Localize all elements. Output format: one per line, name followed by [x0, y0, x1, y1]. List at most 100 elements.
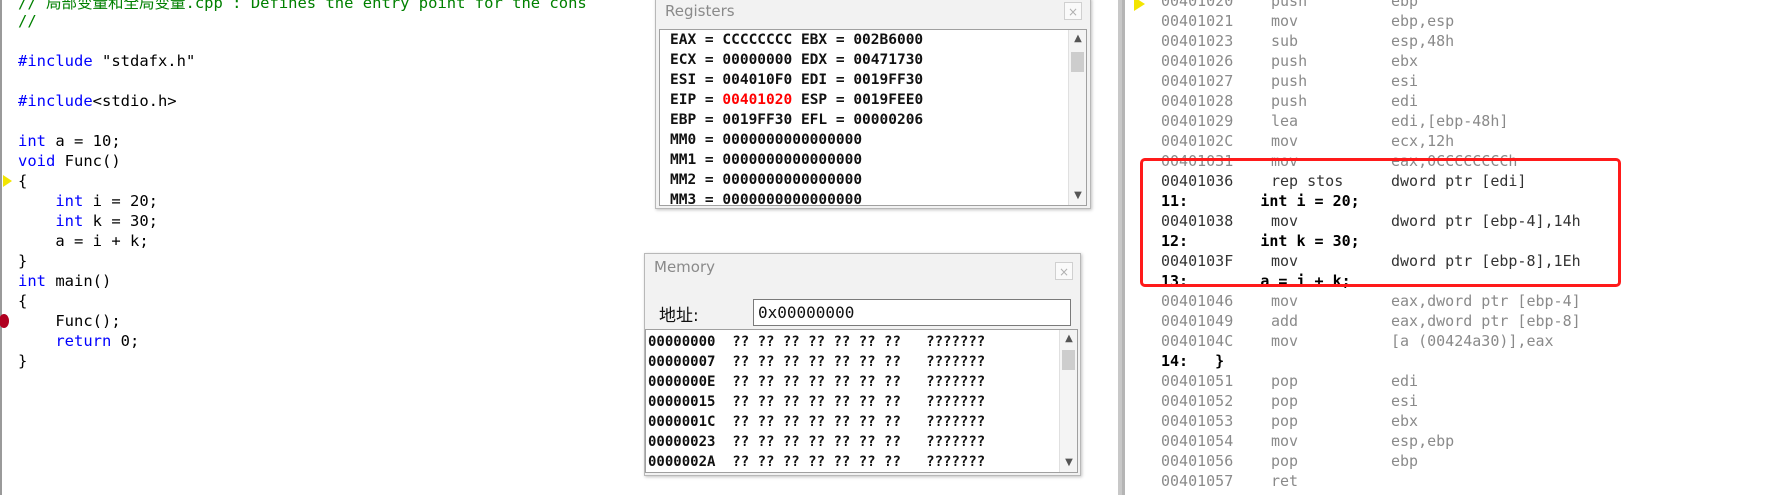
memory-row: 0000002A ?? ?? ?? ?? ?? ?? ?? ???????	[648, 454, 986, 470]
disasm-mnemonic: pop	[1271, 412, 1299, 430]
memory-close-button[interactable]: ×	[1055, 262, 1073, 280]
scroll-thumb[interactable]	[1062, 350, 1075, 370]
scroll-up-icon[interactable]: ▲	[1071, 32, 1085, 46]
source-line-global-a: int a = 10;	[18, 132, 121, 150]
disasm-mnemonic: rep stos	[1271, 172, 1344, 190]
breakpoint-icon[interactable]	[0, 314, 9, 328]
register-row: ESI = 004010F0 EDI = 0019FF30	[670, 72, 924, 88]
address-input[interactable]	[753, 299, 1071, 326]
memory-row: 00000000 ?? ?? ?? ?? ?? ?? ?? ???????	[648, 334, 986, 350]
register-row: MM0 = 0000000000000000	[670, 132, 863, 148]
current-instruction-arrow-icon	[2, 174, 12, 188]
disasm-operand: esp,48h	[1391, 32, 1455, 50]
scroll-up-icon[interactable]: ▲	[1062, 332, 1076, 346]
register-row: MM1 = 0000000000000000	[670, 152, 863, 168]
disasm-operand: edi	[1391, 92, 1419, 110]
disasm-address: 0040103F	[1161, 252, 1234, 270]
disasm-address: 00401046	[1161, 292, 1234, 310]
disasm-operand: eax,dword ptr [ebp-8]	[1391, 312, 1581, 330]
disasm-operand: esi	[1391, 392, 1419, 410]
source-line: Func();	[18, 312, 121, 330]
disasm-operand: dword ptr [ebp-4],14h	[1391, 212, 1581, 230]
disasm-address: 00401054	[1161, 432, 1234, 450]
disasm-mnemonic: ret	[1271, 472, 1299, 490]
registers-close-button[interactable]: ×	[1064, 2, 1082, 20]
disasm-address: 0040104C	[1161, 332, 1234, 350]
disasm-address: 00401038	[1161, 212, 1234, 230]
disasm-address: 00401051	[1161, 372, 1234, 390]
register-row-eip: EIP = 00401020 ESP = 0019FEE0	[670, 92, 924, 108]
disasm-address: 00401031	[1161, 152, 1234, 170]
register-row: ECX = 00000000 EDX = 00471730	[670, 52, 924, 68]
disasm-operand: ecx,12h	[1391, 132, 1455, 150]
register-row: EAX = CCCCCCCC EBX = 002B6000	[670, 32, 924, 48]
disasm-address: 00401020	[1161, 0, 1234, 10]
disasm-mnemonic: push	[1271, 72, 1308, 90]
disasm-mnemonic: push	[1271, 52, 1308, 70]
scroll-down-icon[interactable]: ▼	[1071, 189, 1085, 203]
disasm-mnemonic: mov	[1271, 212, 1299, 230]
source-line-include-stdio: #include<stdio.h>	[18, 92, 177, 110]
registers-window[interactable]: Registers × EAX = CCCCCCCC EBX = 002B600…	[655, 0, 1091, 209]
disasm-operand: edi	[1391, 372, 1419, 390]
disasm-operand: ebp	[1391, 0, 1419, 10]
register-row: EBP = 0019FF30 EFL = 00000206	[670, 112, 924, 128]
disasm-address: 00401056	[1161, 452, 1234, 470]
disasm-operand: ebp	[1391, 452, 1419, 470]
disasm-source-line: 14: }	[1161, 352, 1225, 370]
source-line-int-i: int i = 20;	[55, 192, 158, 210]
current-instruction-arrow-icon	[1134, 0, 1145, 11]
disasm-mnemonic: mov	[1271, 332, 1299, 350]
memory-content[interactable]: 00000000 ?? ?? ?? ?? ?? ?? ?? ??????? 00…	[645, 329, 1078, 473]
disasm-address: 00401027	[1161, 72, 1234, 90]
disasm-address: 00401029	[1161, 112, 1234, 130]
memory-row: 0000000E ?? ?? ?? ?? ?? ?? ?? ???????	[648, 374, 986, 390]
disasm-operand: ebx	[1391, 412, 1419, 430]
disasm-mnemonic: sub	[1271, 32, 1299, 50]
source-line: {	[18, 292, 28, 310]
source-line-func-decl: void Func()	[18, 152, 121, 170]
register-row: MM3 = 0000000000000000	[670, 192, 863, 206]
registers-scrollbar[interactable]: ▲ ▼	[1068, 30, 1086, 205]
scroll-thumb[interactable]	[1071, 52, 1084, 72]
disasm-mnemonic: push	[1271, 92, 1308, 110]
disasm-mnemonic: push	[1271, 0, 1308, 10]
disasm-address: 00401052	[1161, 392, 1234, 410]
disasm-operand: dword ptr [edi]	[1391, 172, 1527, 190]
disasm-operand: esp,ebp	[1391, 432, 1455, 450]
disasm-source-line: 13: a = i + k;	[1161, 272, 1351, 290]
source-line: }	[18, 352, 28, 370]
disasm-mnemonic: mov	[1271, 252, 1299, 270]
disasm-address: 00401023	[1161, 32, 1234, 50]
disasm-address: 00401053	[1161, 412, 1234, 430]
source-line-include-stdafx: #include "stdafx.h"	[18, 52, 196, 70]
disasm-operand: edi,[ebp-48h]	[1391, 112, 1509, 130]
disasm-source-line: 12: int k = 30;	[1161, 232, 1360, 250]
disasm-mnemonic: mov	[1271, 132, 1299, 150]
disassembly-pane[interactable]: 00401020 push ebp 00401021 mov ebp,esp 0040102…	[1122, 0, 1789, 495]
disasm-mnemonic: add	[1271, 312, 1299, 330]
disasm-operand: ebx	[1391, 52, 1419, 70]
source-line: }	[18, 252, 28, 270]
memory-window[interactable]: Memory × 地址: 00000000 ?? ?? ?? ?? ?? ?? …	[644, 253, 1081, 476]
memory-row: 00000015 ?? ?? ?? ?? ?? ?? ?? ???????	[648, 394, 986, 410]
disasm-mnemonic: mov	[1271, 12, 1299, 30]
disasm-address: 0040102C	[1161, 132, 1234, 150]
source-line-int-k: int k = 30;	[55, 212, 158, 230]
disasm-address: 00401028	[1161, 92, 1234, 110]
source-line: //	[18, 12, 37, 30]
memory-scrollbar[interactable]: ▲ ▼	[1059, 330, 1077, 472]
disasm-address: 00401057	[1161, 472, 1234, 490]
source-line-main-decl: int main()	[18, 272, 112, 290]
disasm-operand: eax,dword ptr [ebp-4]	[1391, 292, 1581, 310]
disasm-mnemonic: pop	[1271, 392, 1299, 410]
disasm-operand: [a (00424a30)],eax	[1391, 332, 1554, 350]
register-row: MM2 = 0000000000000000	[670, 172, 863, 188]
disasm-operand: dword ptr [ebp-8],1Eh	[1391, 252, 1581, 270]
source-line: a = i + k;	[18, 232, 149, 250]
registers-content[interactable]: EAX = CCCCCCCC EBX = 002B6000 ECX = 0000…	[659, 29, 1087, 206]
disasm-mnemonic: mov	[1271, 152, 1299, 170]
source-line: {	[18, 172, 28, 190]
scroll-down-icon[interactable]: ▼	[1062, 456, 1076, 470]
source-line: // 局部变量和全局变量.cpp : Defines the entry poi…	[18, 0, 587, 12]
